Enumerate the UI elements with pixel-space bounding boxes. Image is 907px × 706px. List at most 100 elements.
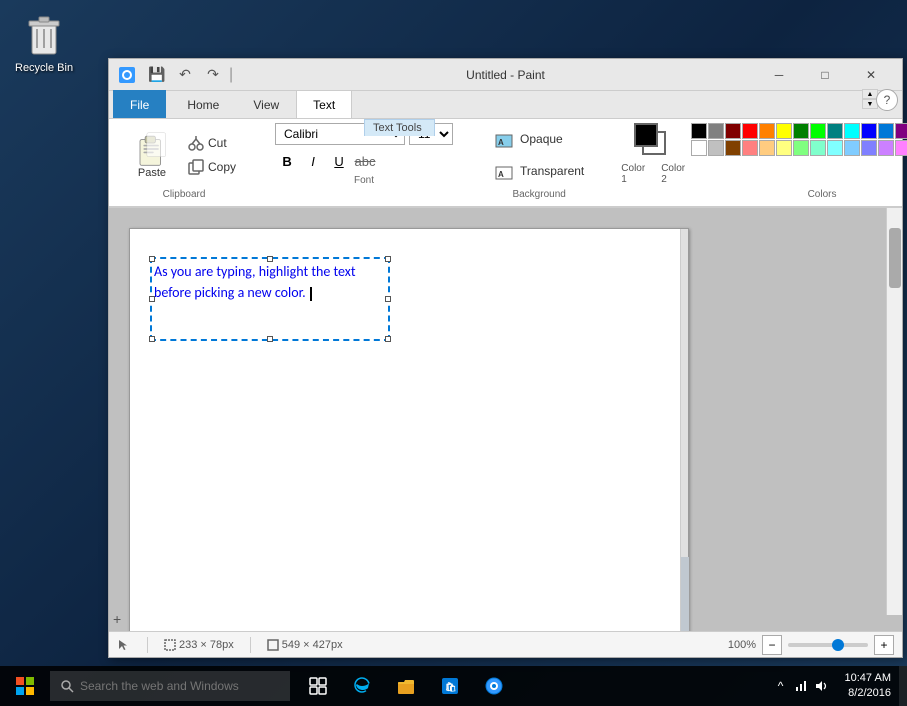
color-swatch[interactable] <box>844 140 860 156</box>
task-view-button[interactable] <box>298 666 338 706</box>
search-input[interactable] <box>80 679 280 693</box>
font-group-label: Font <box>354 173 374 188</box>
color-swatch[interactable] <box>810 140 826 156</box>
color-swatch[interactable] <box>776 140 792 156</box>
quick-access-toolbar: 💾 ↶ ↷ | <box>145 63 233 87</box>
opaque-button[interactable]: A Opaque <box>485 125 593 153</box>
resize-handle-tr[interactable] <box>385 256 391 262</box>
maximize-button[interactable]: □ <box>802 59 848 91</box>
color-swatch[interactable] <box>776 123 792 139</box>
network-icon <box>794 679 808 693</box>
colors-group-label: Colors <box>808 187 837 202</box>
zoom-level: 100% <box>728 639 756 651</box>
search-box[interactable] <box>50 671 290 701</box>
color-swatch[interactable] <box>725 140 741 156</box>
background-group-content: A Opaque A Transparent <box>485 123 593 187</box>
copy-button[interactable]: Copy <box>181 156 243 178</box>
bold-button[interactable]: B <box>275 149 299 173</box>
recycle-bin-icon[interactable]: Recycle Bin <box>15 10 73 74</box>
ribbon: Text Tools File Home View Text <box>109 91 902 208</box>
tray-network-icon[interactable] <box>793 678 809 694</box>
status-zoom: 100% − + <box>728 635 894 655</box>
resize-handle-bl[interactable] <box>149 336 155 342</box>
resize-handle-br[interactable] <box>385 336 391 342</box>
color-swatch[interactable] <box>827 123 843 139</box>
tab-text[interactable]: Text <box>296 90 352 118</box>
scrollbar-vertical[interactable] <box>886 208 902 615</box>
zoom-out-button[interactable]: − <box>762 635 782 655</box>
zoom-in-button[interactable]: + <box>874 635 894 655</box>
tab-text-label: Text <box>313 98 335 112</box>
file-explorer-button[interactable] <box>386 666 426 706</box>
paint-taskbar-button[interactable] <box>474 666 514 706</box>
color1-swatch[interactable] <box>634 123 658 147</box>
redo-button[interactable]: ↷ <box>201 63 225 87</box>
color-swatches-main: Color 1 Color 2 <box>621 123 685 185</box>
tab-home[interactable]: Home <box>170 90 236 118</box>
color-swatch[interactable] <box>861 123 877 139</box>
color-swatch[interactable] <box>878 140 894 156</box>
minimize-button[interactable]: ─ <box>756 59 802 91</box>
task-view-icon <box>309 677 327 695</box>
color-swatch[interactable] <box>793 140 809 156</box>
scroll-thumb-vertical[interactable] <box>889 228 901 288</box>
edge-browser-button[interactable] <box>342 666 382 706</box>
tab-file-label: File <box>130 98 149 112</box>
window-title: Untitled - Paint <box>466 68 545 82</box>
color-swatch[interactable] <box>759 123 775 139</box>
color-swatch[interactable] <box>708 123 724 139</box>
color-swatch[interactable] <box>827 140 843 156</box>
close-button[interactable]: ✕ <box>848 59 894 91</box>
tab-view[interactable]: View <box>236 90 296 118</box>
desktop: Recycle Bin 💾 ↶ ↷ | Untitled - Paint <box>0 0 907 706</box>
strikethrough-button[interactable]: abc <box>353 149 377 173</box>
title-bar-left: 💾 ↶ ↷ | <box>117 63 233 87</box>
tray-volume-icon[interactable] <box>813 678 829 694</box>
color-swatch[interactable] <box>725 123 741 139</box>
help-button[interactable]: ? <box>876 89 898 111</box>
color-swatch[interactable] <box>793 123 809 139</box>
canvas-text-line1: As you are typing, highlight the text <box>154 261 356 282</box>
canvas[interactable]: As you are typing, highlight the text be… <box>129 228 689 631</box>
color-swatch[interactable] <box>742 140 758 156</box>
background-buttons: A Opaque A Transparent <box>485 125 593 185</box>
color-swatch[interactable] <box>878 123 894 139</box>
color-swatch[interactable] <box>708 140 724 156</box>
windows-logo-icon <box>16 677 34 695</box>
canvas-text-line2: before picking a new color. <box>154 282 356 303</box>
underline-button[interactable]: U <box>327 149 351 173</box>
italic-button[interactable]: I <box>301 149 325 173</box>
colors-group: Color 1 Color 2 <box>613 123 907 202</box>
color-swatch[interactable] <box>895 140 907 156</box>
paint-window: 💾 ↶ ↷ | Untitled - Paint ─ □ ✕ Text Tool… <box>108 58 903 658</box>
save-button[interactable]: 💾 <box>145 63 169 87</box>
paste-button[interactable]: Paste <box>125 126 179 184</box>
canvas-plus-icon[interactable]: + <box>113 611 121 627</box>
clock[interactable]: 10:47 AM 8/2/2016 <box>837 671 899 702</box>
color-swatch[interactable] <box>691 140 707 156</box>
undo-button[interactable]: ↶ <box>173 63 197 87</box>
show-desktop-button[interactable] <box>899 666 907 706</box>
tab-file[interactable]: File <box>113 90 166 118</box>
resize-handle-bc[interactable] <box>267 336 273 342</box>
start-button[interactable] <box>0 666 50 706</box>
color-swatch[interactable] <box>895 123 907 139</box>
clock-date: 8/2/2016 <box>848 686 891 701</box>
zoom-slider[interactable] <box>788 643 868 647</box>
color-swatch[interactable] <box>861 140 877 156</box>
ribbon-tabs: File Home View Text ▲ ▼ ? <box>109 91 902 119</box>
color-stack <box>634 123 672 161</box>
canvas-area[interactable]: As you are typing, highlight the text be… <box>109 208 902 631</box>
transparent-button[interactable]: A Transparent <box>485 157 593 185</box>
color-swatch[interactable] <box>759 140 775 156</box>
resize-handle-mr[interactable] <box>385 296 391 302</box>
color-swatch[interactable] <box>844 123 860 139</box>
cut-button[interactable]: Cut <box>181 132 243 154</box>
store-button[interactable]: 🛍 <box>430 666 470 706</box>
tray-chevron[interactable]: ^ <box>773 678 789 694</box>
color-swatch[interactable] <box>810 123 826 139</box>
paint-taskbar-icon <box>484 676 504 696</box>
color-swatch[interactable] <box>691 123 707 139</box>
zoom-thumb[interactable] <box>832 639 844 651</box>
color-swatch[interactable] <box>742 123 758 139</box>
